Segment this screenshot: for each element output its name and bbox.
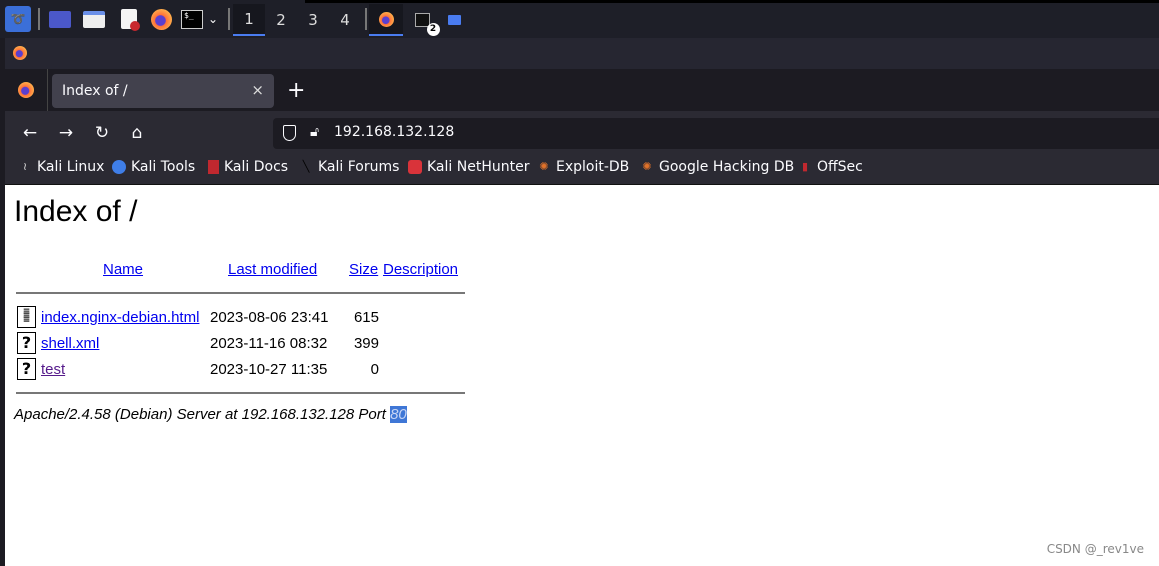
firefox-window-icon[interactable] (369, 4, 403, 36)
server-info: Apache/2.4.58 (Debian) Server at 192.168… (14, 406, 391, 423)
bookmark-label: OffSec (817, 159, 863, 175)
url-text[interactable]: 192.168.132.128 (334, 124, 454, 140)
file-manager-icon[interactable] (83, 9, 105, 29)
page-title: Index of / (14, 195, 138, 228)
bookmark-label: Exploit-DB (556, 159, 630, 175)
terminal-window-icon[interactable]: 2 (405, 4, 440, 36)
kali-tools-icon (112, 160, 126, 174)
firefox-window-icon (13, 46, 27, 60)
divider (47, 69, 48, 111)
close-tab-icon[interactable]: × (251, 81, 264, 99)
workspace-4[interactable]: 4 (329, 4, 361, 36)
firefox-icon[interactable] (150, 8, 172, 30)
chevron-down-icon[interactable]: ⌄ (205, 9, 221, 29)
home-folder-icon[interactable] (440, 4, 468, 36)
url-bar[interactable]: 🔓︎ 192.168.132.128 (273, 118, 1159, 149)
file-modified: 2023-08-06 23:41 (210, 309, 329, 326)
divider (16, 392, 465, 394)
file-size: 615 (353, 309, 379, 326)
offsec-icon: ▮ (801, 160, 809, 173)
firefox-view-icon[interactable] (18, 82, 34, 98)
sort-by-name-link[interactable]: Name (103, 261, 143, 278)
server-signature: Apache/2.4.58 (Debian) Server at 192.168… (14, 406, 407, 423)
workspace-1[interactable]: 1 (233, 4, 265, 36)
unknown-file-icon: ? (17, 332, 36, 354)
nethunter-icon (408, 160, 422, 174)
divider (16, 292, 465, 294)
bookmark-label: Kali Docs (224, 159, 289, 175)
kali-forums-icon: ╲ (302, 160, 310, 173)
window-titlebar (0, 38, 1159, 69)
desktop-icon[interactable] (49, 9, 71, 29)
back-button[interactable]: ← (17, 120, 43, 146)
bookmark-label: Kali NetHunter (427, 159, 530, 175)
bookmark-offsec[interactable]: ▮ OffSec (798, 159, 863, 175)
unknown-file-icon: ? (17, 358, 36, 380)
file-link[interactable]: shell.xml (41, 335, 99, 352)
bookmark-kali-forums[interactable]: ╲ Kali Forums (299, 159, 400, 175)
text-editor-icon[interactable] (118, 9, 140, 31)
home-button[interactable]: ⌂ (124, 120, 150, 146)
file-size: 399 (353, 335, 379, 352)
watermark: CSDN @_rev1ve (1046, 542, 1144, 556)
bookmark-kali-nethunter[interactable]: Kali NetHunter (408, 159, 529, 175)
bookmark-kali-tools[interactable]: Kali Tools (112, 159, 195, 175)
text-file-icon: ≡ ≡ ≡ (17, 306, 36, 328)
exploit-db-icon: ✺ (539, 160, 549, 173)
terminal-icon[interactable]: $_ (181, 9, 203, 29)
terminal-badge: 2 (426, 23, 440, 36)
page-content (5, 185, 1159, 566)
bookmark-label: Kali Forums (318, 159, 400, 175)
bookmark-label: Kali Linux (37, 159, 105, 175)
kali-dragon-icon: ≀ (22, 160, 28, 173)
file-modified: 2023-11-16 08:32 (210, 335, 328, 352)
kali-menu-icon[interactable]: ➰ (5, 6, 31, 32)
bookmark-google-hacking-db[interactable]: ✺ Google Hacking DB (640, 159, 794, 175)
taskbar: ➰ $_ ⌄ 1 2 3 4 2 (0, 0, 1159, 38)
bookmark-kali-linux[interactable]: ≀ Kali Linux (18, 159, 105, 175)
new-tab-button[interactable]: + (287, 78, 305, 103)
file-size: 0 (370, 361, 379, 378)
shield-icon[interactable] (283, 125, 296, 141)
file-link[interactable]: test (41, 361, 65, 378)
sort-by-size-link[interactable]: Size (349, 261, 378, 278)
kali-docs-icon (208, 160, 219, 174)
file-link[interactable]: index.nginx-debian.html (41, 309, 199, 326)
file-modified: 2023-10-27 11:35 (210, 361, 328, 378)
tab-title: Index of / (62, 83, 128, 99)
bookmark-kali-docs[interactable]: Kali Docs (208, 159, 288, 175)
forward-button[interactable]: → (53, 120, 79, 146)
tab-index[interactable]: Index of / × (52, 74, 274, 108)
bookmark-exploit-db[interactable]: ✺ Exploit-DB (537, 159, 629, 175)
port-number-selected: 80 (390, 406, 407, 423)
sort-by-last-modified-link[interactable]: Last modified (228, 261, 317, 278)
sort-by-description-link[interactable]: Description (383, 261, 458, 278)
ghdb-icon: ✺ (642, 160, 652, 173)
bookmark-label: Kali Tools (131, 159, 196, 175)
workspace-3[interactable]: 3 (297, 4, 329, 36)
bookmark-label: Google Hacking DB (659, 159, 795, 175)
insecure-lock-icon[interactable]: 🔓︎ (310, 124, 319, 140)
reload-button[interactable]: ↻ (89, 120, 115, 146)
workspace-2[interactable]: 2 (265, 4, 297, 36)
